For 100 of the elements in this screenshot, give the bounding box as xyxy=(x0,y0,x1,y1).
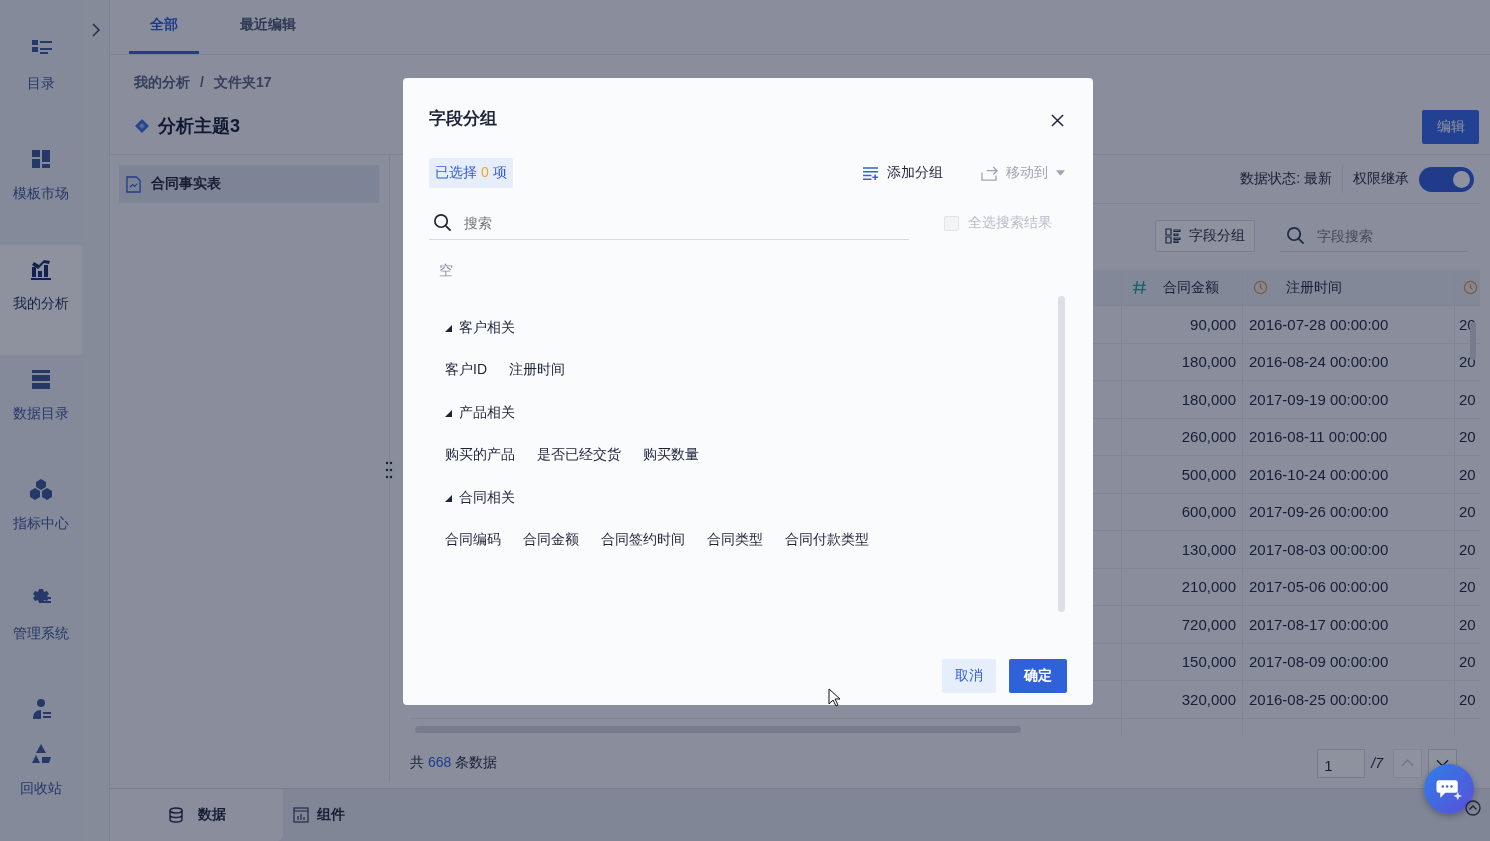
collapse-up-icon[interactable] xyxy=(1465,800,1481,816)
breadcrumb-link[interactable]: 我的分析 xyxy=(134,74,190,92)
nav-item[interactable]: 管理系统 xyxy=(0,575,82,685)
breadcrumb-separator: / xyxy=(200,74,204,92)
column-header[interactable]: 注册时间 xyxy=(1243,270,1455,305)
table-cell: 2016-08-11 00:00:00 xyxy=(1249,428,1388,446)
table-cell: 20 xyxy=(1459,653,1476,671)
bottom-tab[interactable]: 数据 xyxy=(110,789,283,841)
group-header[interactable]: 客户相关 xyxy=(445,319,1058,337)
nav-item[interactable]: 数据目录 xyxy=(0,355,82,465)
clock-icon xyxy=(1463,280,1478,295)
caret-icon xyxy=(1056,170,1065,176)
chevron-up-icon xyxy=(1401,759,1414,767)
field-item[interactable]: 合同金额 xyxy=(523,531,579,549)
nav-item[interactable]: 模板市场 xyxy=(0,135,82,245)
field-item[interactable]: 客户ID xyxy=(445,361,487,379)
cubes-icon xyxy=(29,477,53,501)
permission-toggle[interactable] xyxy=(1419,166,1474,192)
expand-triangle-icon xyxy=(445,324,452,332)
table-cell: 180,000 xyxy=(1181,353,1236,371)
table-cell: 20 xyxy=(1459,540,1476,558)
table-cell: 20 xyxy=(1459,428,1476,446)
field-item[interactable]: 合同签约时间 xyxy=(601,531,685,549)
table-cell: 20 xyxy=(1459,690,1476,708)
document-chart-icon xyxy=(126,175,141,193)
table-cell: 2017-09-26 00:00:00 xyxy=(1249,503,1389,521)
table-cell: 20 xyxy=(1459,578,1476,596)
nav-item[interactable]: 回收站 xyxy=(0,730,82,840)
clock-icon xyxy=(1253,280,1268,295)
record-count: 共 668 条数据 xyxy=(410,754,498,772)
table-cell: 180,000 xyxy=(1181,390,1236,408)
scrollbar[interactable] xyxy=(1058,296,1065,612)
confirm-button[interactable]: 确定 xyxy=(1009,659,1067,693)
table-cell: 2017-08-09 00:00:00 xyxy=(1249,653,1389,671)
nav-item[interactable]: 指标中心 xyxy=(0,465,82,575)
table-cell: 500,000 xyxy=(1181,465,1236,483)
table-cell: 20 xyxy=(1459,503,1476,521)
table-cell: 2016-07-28 00:00:00 xyxy=(1249,315,1389,333)
field-search-input[interactable]: 字段搜索 xyxy=(1315,226,1439,245)
grid-icon xyxy=(29,147,53,171)
table-cell: 210,000 xyxy=(1181,578,1236,596)
table-cell: 600,000 xyxy=(1181,503,1236,521)
table-cell: 20 xyxy=(1459,615,1476,633)
empty-text: 空 xyxy=(438,262,454,280)
table-cell: 2017-08-03 00:00:00 xyxy=(1249,540,1389,558)
field-item[interactable]: 合同编码 xyxy=(445,531,501,549)
search-icon xyxy=(433,213,452,232)
tab[interactable]: 全部 xyxy=(129,0,199,54)
table-cell: 2017-08-17 00:00:00 xyxy=(1249,615,1389,633)
page-total: /7 xyxy=(1371,755,1383,771)
table-cell: 2016-10-24 00:00:00 xyxy=(1249,465,1389,483)
field-item[interactable]: 购买数量 xyxy=(643,446,699,464)
table-cell: 20 xyxy=(1459,465,1476,483)
table-cell: 720,000 xyxy=(1181,615,1236,633)
bar-chart-icon xyxy=(293,807,309,823)
tab[interactable]: 最近编辑 xyxy=(233,0,303,54)
list-icon xyxy=(1165,228,1181,244)
permission-label: 权限继承 xyxy=(1353,170,1409,188)
expand-triangle-icon xyxy=(445,409,452,417)
expand-triangle-icon xyxy=(445,494,452,502)
field-item[interactable]: 购买的产品 xyxy=(445,446,515,464)
page-input[interactable]: 1 xyxy=(1317,748,1366,778)
field-item[interactable]: 合同付款类型 xyxy=(785,531,869,549)
close-icon[interactable] xyxy=(1051,114,1064,127)
field-item[interactable]: 注册时间 xyxy=(509,361,565,379)
table-cell: 130,000 xyxy=(1181,540,1236,558)
breadcrumb-link[interactable]: 文件夹17 xyxy=(213,74,272,92)
table-cell: 90,000 xyxy=(1190,315,1236,333)
nav-item[interactable]: 我的分析 xyxy=(0,245,82,355)
search-icon xyxy=(1286,226,1305,245)
data-status: 数据状态: 最新 xyxy=(1240,170,1332,188)
stack-icon xyxy=(29,367,53,391)
dialog-title: 字段分组 xyxy=(429,108,497,130)
bar-chart-icon xyxy=(29,257,53,281)
bottom-tab[interactable]: 组件 xyxy=(283,789,345,841)
chevron-right-icon[interactable] xyxy=(90,22,101,38)
share-arrow-icon xyxy=(981,165,998,181)
cancel-button[interactable]: 取消 xyxy=(942,659,996,693)
edit-button[interactable]: 编辑 xyxy=(1422,110,1479,144)
table-cell: 2016-08-24 00:00:00 xyxy=(1249,353,1389,371)
field-item[interactable]: 合同类型 xyxy=(707,531,763,549)
selected-count-tag: 已选择 0 项 xyxy=(429,158,513,188)
checkbox-label: 全选搜索结果 xyxy=(968,214,1052,232)
search-input[interactable]: 搜索 xyxy=(462,213,586,232)
table-cell: 2017-05-06 00:00:00 xyxy=(1249,578,1389,596)
database-icon xyxy=(167,807,184,823)
column-header[interactable]: 合同金额 xyxy=(1122,270,1243,305)
table-cell: 260,000 xyxy=(1181,428,1236,446)
drag-handle-icon[interactable] xyxy=(384,461,394,479)
group-header[interactable]: 合同相关 xyxy=(445,489,1058,507)
diamond-icon xyxy=(134,118,150,134)
group-header[interactable]: 产品相关 xyxy=(445,404,1058,422)
field-item[interactable]: 是否已经交货 xyxy=(537,446,621,464)
table-cell: 2016-08-25 00:00:00 xyxy=(1249,690,1389,708)
add-group-button[interactable]: 添加分组 xyxy=(862,164,943,182)
table-list-item[interactable]: 合同事实表 xyxy=(119,165,379,203)
nav-item[interactable]: 目录 xyxy=(0,25,82,135)
field-group-button[interactable]: 字段分组 xyxy=(1155,220,1255,252)
table-cell: 20 xyxy=(1459,390,1476,408)
hash-icon xyxy=(1132,280,1147,295)
